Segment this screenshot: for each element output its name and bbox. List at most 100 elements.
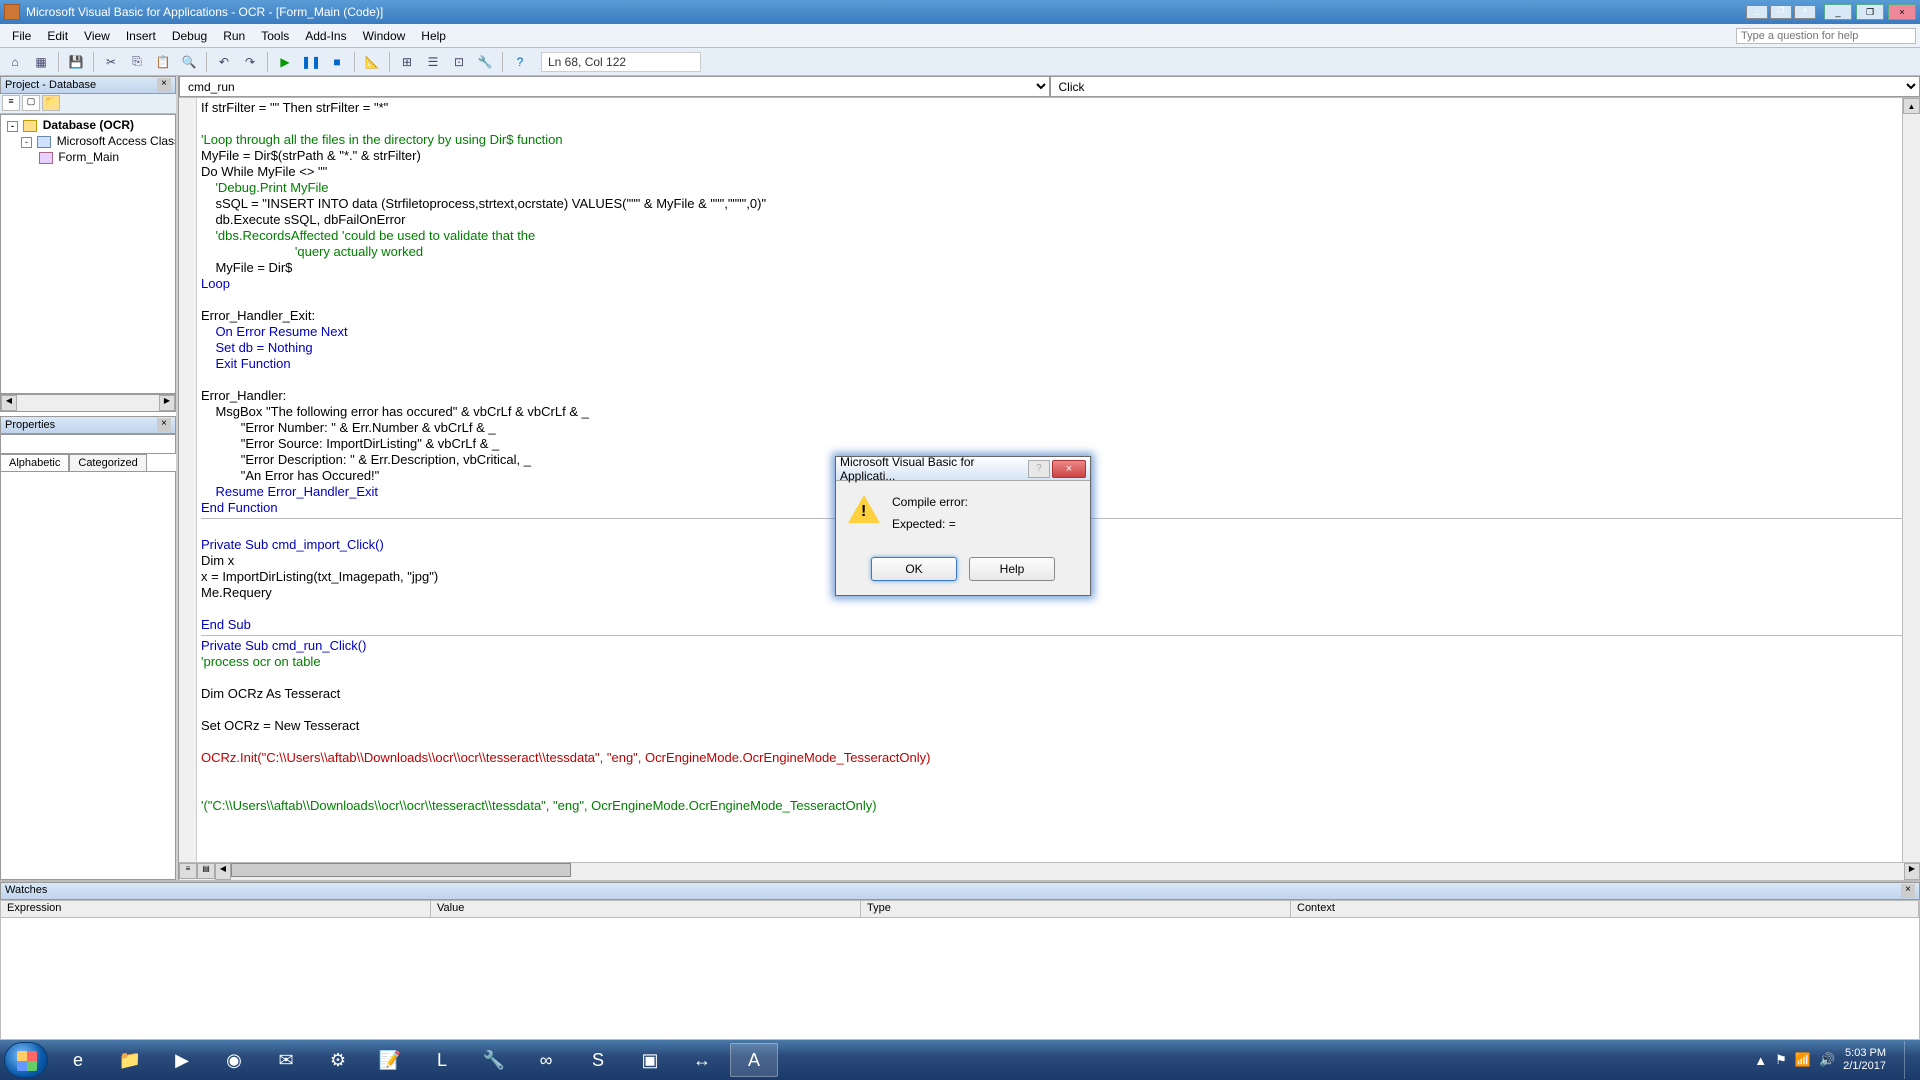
close-button[interactable]: × <box>1888 4 1916 20</box>
project-form[interactable]: Form_Main <box>3 149 173 165</box>
properties-body[interactable] <box>0 471 176 880</box>
toolbar: ⌂ ▦ 💾 ✂ ⎘ 📋 🔍 ↶ ↷ ▶ ❚❚ ■ 📐 ⊞ ☰ ⊡ 🔧 ? Ln … <box>0 48 1920 76</box>
dialog-close-icon[interactable]: × <box>1052 460 1086 478</box>
project-tree[interactable]: - Database (OCR) - Microsoft Access Clas… <box>0 114 176 394</box>
col-expression[interactable]: Expression <box>1 901 431 917</box>
menu-debug[interactable]: Debug <box>164 27 215 45</box>
explorer-icon[interactable]: 📁 <box>106 1043 154 1077</box>
menu-help[interactable]: Help <box>413 27 454 45</box>
break-icon[interactable]: ❚❚ <box>300 51 322 73</box>
scroll-track[interactable] <box>571 863 1904 880</box>
code-vscroll[interactable]: ▲ <box>1902 98 1920 862</box>
start-button[interactable] <box>4 1042 48 1078</box>
app-icon-1[interactable]: ⚙ <box>314 1043 362 1077</box>
design-mode-icon[interactable]: 📐 <box>361 51 383 73</box>
tray-volume-icon[interactable]: 🔊 <box>1819 1052 1835 1068</box>
find-icon[interactable]: 🔍 <box>178 51 200 73</box>
col-context[interactable]: Context <box>1291 901 1919 917</box>
tray-expand-icon[interactable]: ▲ <box>1754 1053 1767 1068</box>
system-tray: ▲ ⚑ 📶 🔊 5:03 PM 2/1/2017 <box>1754 1041 1916 1079</box>
procedure-dropdown[interactable]: Click <box>1050 76 1920 97</box>
tray-network-icon[interactable]: 📶 <box>1795 1052 1811 1068</box>
dialog-titlebar[interactable]: Microsoft Visual Basic for Applicati... … <box>836 457 1090 481</box>
expand-icon[interactable]: - <box>7 121 18 132</box>
mdi-close-button[interactable]: × <box>1794 5 1816 19</box>
ie-icon[interactable]: e <box>54 1043 102 1077</box>
paste-icon[interactable]: 📋 <box>152 51 174 73</box>
menu-run[interactable]: Run <box>215 27 253 45</box>
save-icon[interactable]: 💾 <box>65 51 87 73</box>
view-access-icon[interactable]: ⌂ <box>4 51 26 73</box>
menu-insert[interactable]: Insert <box>118 27 164 45</box>
chrome-icon[interactable]: ◉ <box>210 1043 258 1077</box>
scroll-thumb[interactable] <box>231 863 571 877</box>
reset-icon[interactable]: ■ <box>326 51 348 73</box>
copy-icon[interactable]: ⎘ <box>126 51 148 73</box>
project-panel-close-icon[interactable]: × <box>157 78 171 92</box>
maximize-button[interactable]: ❐ <box>1856 4 1884 20</box>
clock[interactable]: 5:03 PM 2/1/2017 <box>1843 1047 1886 1073</box>
tab-categorized[interactable]: Categorized <box>69 454 146 471</box>
outlook-icon[interactable]: ✉ <box>262 1043 310 1077</box>
help-search-input[interactable] <box>1736 28 1916 44</box>
scroll-left-icon[interactable]: ◀ <box>1 395 17 411</box>
show-desktop-button[interactable] <box>1904 1041 1916 1079</box>
dialog-help-button[interactable]: ? <box>1028 460 1050 478</box>
menu-window[interactable]: Window <box>355 27 414 45</box>
full-module-view-icon[interactable]: ▤ <box>197 863 215 879</box>
menu-tools[interactable]: Tools <box>253 27 297 45</box>
expand-icon[interactable]: - <box>21 137 32 148</box>
menu-addins[interactable]: Add-Ins <box>297 27 354 45</box>
col-value[interactable]: Value <box>431 901 861 917</box>
help-button[interactable]: Help <box>969 557 1055 581</box>
watches-body[interactable] <box>0 918 1920 1040</box>
scroll-left-icon[interactable]: ◀ <box>215 863 231 880</box>
project-explorer-icon[interactable]: ⊞ <box>396 51 418 73</box>
menu-view[interactable]: View <box>76 27 118 45</box>
scroll-right-icon[interactable]: ▶ <box>159 395 175 411</box>
project-root[interactable]: - Database (OCR) <box>3 117 173 133</box>
access-icon[interactable]: A <box>730 1043 778 1077</box>
run-icon[interactable]: ▶ <box>274 51 296 73</box>
toolbox-icon[interactable]: 🔧 <box>474 51 496 73</box>
notes-icon[interactable]: 📝 <box>366 1043 414 1077</box>
skype-icon[interactable]: S <box>574 1043 622 1077</box>
redo-icon[interactable]: ↷ <box>239 51 261 73</box>
view-code-icon[interactable]: ≡ <box>2 95 20 111</box>
minimize-button[interactable]: _ <box>1824 4 1852 20</box>
scroll-track[interactable] <box>17 395 159 411</box>
scroll-up-icon[interactable]: ▲ <box>1903 98 1920 114</box>
menu-edit[interactable]: Edit <box>39 27 76 45</box>
mdi-minimize-button[interactable]: _ <box>1746 5 1768 19</box>
help-icon[interactable]: ? <box>509 51 531 73</box>
media-player-icon[interactable]: ▶ <box>158 1043 206 1077</box>
project-hscroll[interactable]: ◀ ▶ <box>0 394 176 412</box>
col-type[interactable]: Type <box>861 901 1291 917</box>
teamviewer-icon[interactable]: ↔ <box>678 1043 726 1077</box>
scroll-right-icon[interactable]: ▶ <box>1904 863 1920 880</box>
menu-file[interactable]: File <box>4 27 39 45</box>
view-object-icon[interactable]: ▢ <box>22 95 40 111</box>
vs-icon[interactable]: ▣ <box>626 1043 674 1077</box>
tab-alphabetic[interactable]: Alphabetic <box>0 454 69 471</box>
insert-module-icon[interactable]: ▦ <box>30 51 52 73</box>
properties-panel-close-icon[interactable]: × <box>157 418 171 432</box>
code-hscroll[interactable]: ≡ ▤ ◀ ▶ <box>179 862 1920 880</box>
procedure-view-icon[interactable]: ≡ <box>179 863 197 879</box>
cut-icon[interactable]: ✂ <box>100 51 122 73</box>
properties-icon[interactable]: ☰ <box>422 51 444 73</box>
ok-button[interactable]: OK <box>871 557 957 581</box>
object-browser-icon[interactable]: ⊡ <box>448 51 470 73</box>
properties-selector[interactable] <box>0 434 176 454</box>
toggle-folders-icon[interactable]: 📁 <box>42 95 60 111</box>
tray-flag-icon[interactable]: ⚑ <box>1775 1052 1787 1068</box>
undo-icon[interactable]: ↶ <box>213 51 235 73</box>
project-group[interactable]: - Microsoft Access Class Objects <box>3 133 173 149</box>
app-icon-3[interactable]: ∞ <box>522 1043 570 1077</box>
watches-close-icon[interactable]: × <box>1901 884 1915 898</box>
app-icon-2[interactable]: 🔧 <box>470 1043 518 1077</box>
object-dropdown[interactable]: cmd_run <box>179 76 1050 97</box>
mdi-restore-button[interactable]: ❐ <box>1770 5 1792 19</box>
separator <box>267 52 268 72</box>
linq-icon[interactable]: L <box>418 1043 466 1077</box>
